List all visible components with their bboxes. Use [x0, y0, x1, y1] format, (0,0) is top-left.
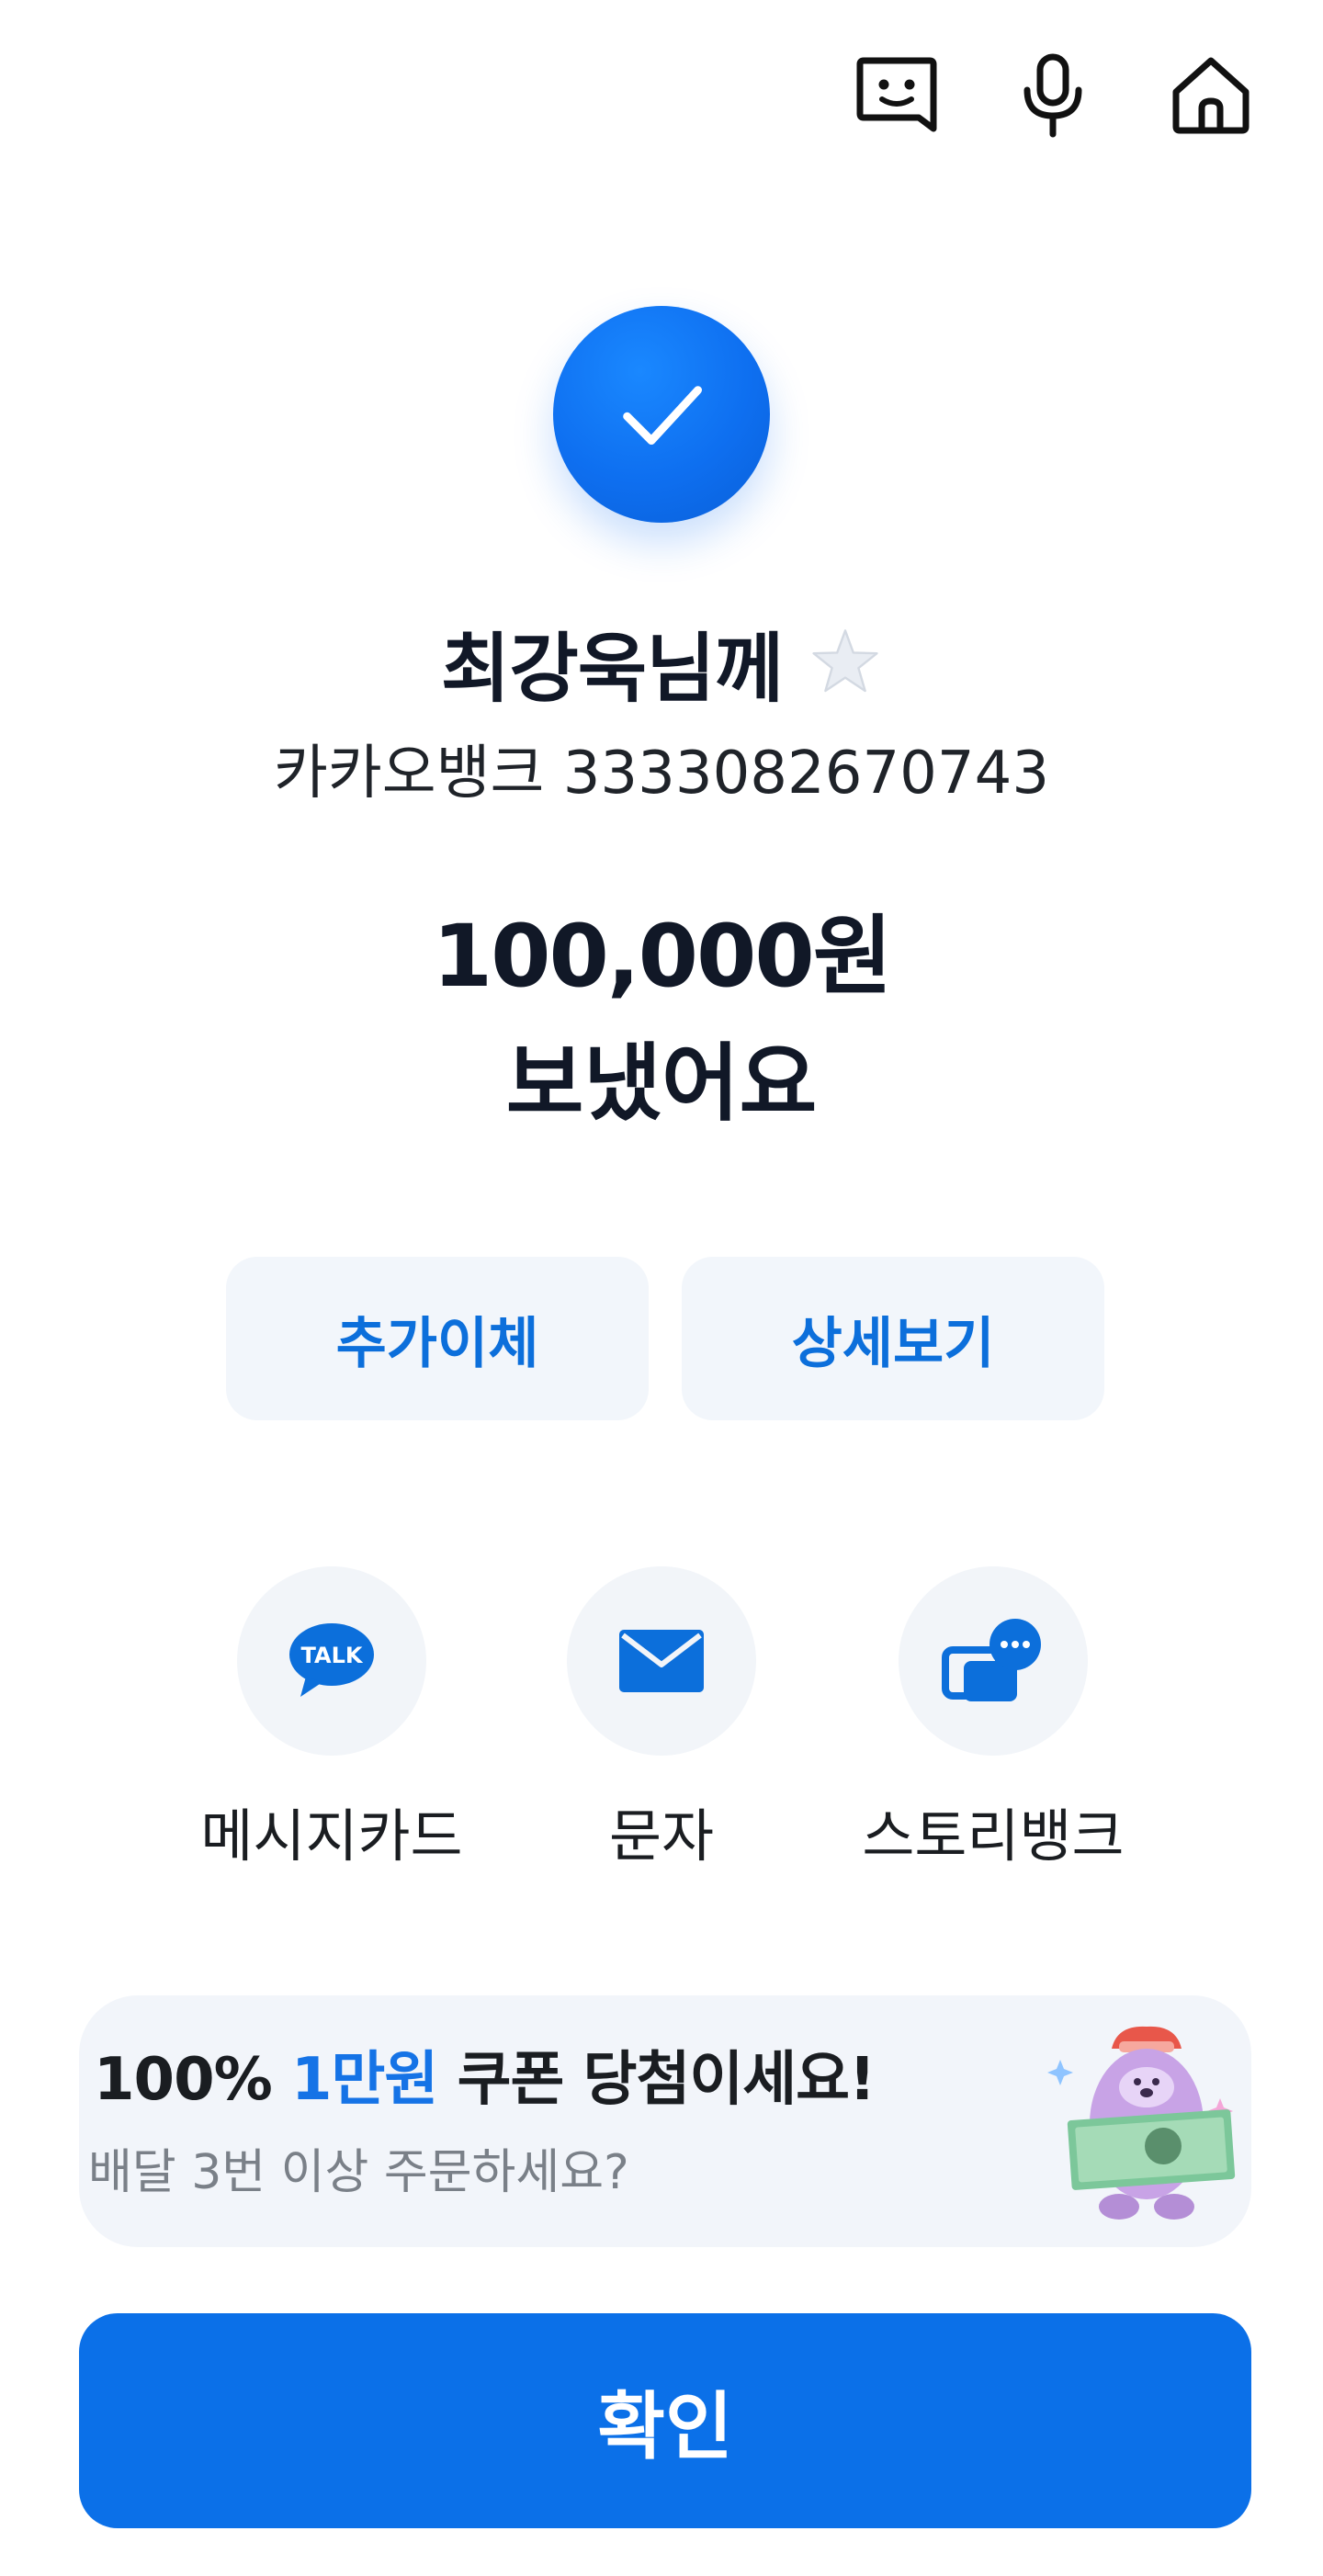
recipient-row: 최강욱님께	[0, 606, 1323, 717]
coupon-banner[interactable]: 100% 1만원 쿠폰 당첨이세요! 배달 3번 이상 주문하세요?	[79, 1995, 1251, 2247]
banner-title-prefix: 100%	[94, 2046, 273, 2114]
recipient-account: 카카오뱅크 3333082670743	[0, 726, 1323, 810]
banner-subtitle: 배달 3번 이상 주문하세요?	[88, 2145, 629, 2200]
voice-button[interactable]	[998, 40, 1108, 151]
bank-name: 카카오뱅크	[273, 740, 545, 808]
banner-title-suffix: 쿠폰 당첨이세요!	[457, 2046, 876, 2114]
recipient-name: 최강욱님께	[440, 625, 784, 713]
storybank-icon	[942, 1619, 1041, 1701]
transfer-status-text: 보냈어요	[505, 1034, 818, 1133]
storybank-button[interactable]	[899, 1566, 1088, 1756]
sms-label: 문자	[608, 1802, 715, 1870]
svg-text:TALK: TALK	[301, 1643, 364, 1668]
chatbot-button[interactable]	[842, 40, 952, 151]
check-icon	[623, 386, 702, 445]
success-badge	[553, 306, 770, 523]
microphone-icon	[1023, 53, 1082, 138]
sms-button[interactable]	[567, 1566, 756, 1756]
storybank-label: 스토리뱅크	[862, 1802, 1125, 1870]
chatbot-icon	[856, 57, 937, 132]
mascot-illustration	[1047, 2026, 1236, 2220]
confirm-button[interactable]: 확인	[79, 2313, 1251, 2528]
banner-title-highlight: 1만원	[291, 2046, 438, 2114]
envelope-icon	[619, 1630, 704, 1692]
banner-title: 100% 1만원 쿠폰 당첨이세요!	[94, 2032, 876, 2117]
account-number: 3333082670743	[562, 740, 1050, 808]
additional-transfer-button[interactable]: 추가이체	[226, 1257, 649, 1420]
message-card-label: 메시지카드	[200, 1802, 463, 1870]
kakaotalk-icon: TALK	[289, 1623, 374, 1697]
home-icon	[1172, 57, 1250, 134]
transfer-amount: 100,000원	[432, 907, 893, 1007]
home-button[interactable]	[1156, 40, 1266, 151]
view-details-button[interactable]: 상세보기	[682, 1257, 1104, 1420]
message-card-button[interactable]: TALK	[237, 1566, 426, 1756]
favorite-star-icon[interactable]	[808, 625, 882, 698]
